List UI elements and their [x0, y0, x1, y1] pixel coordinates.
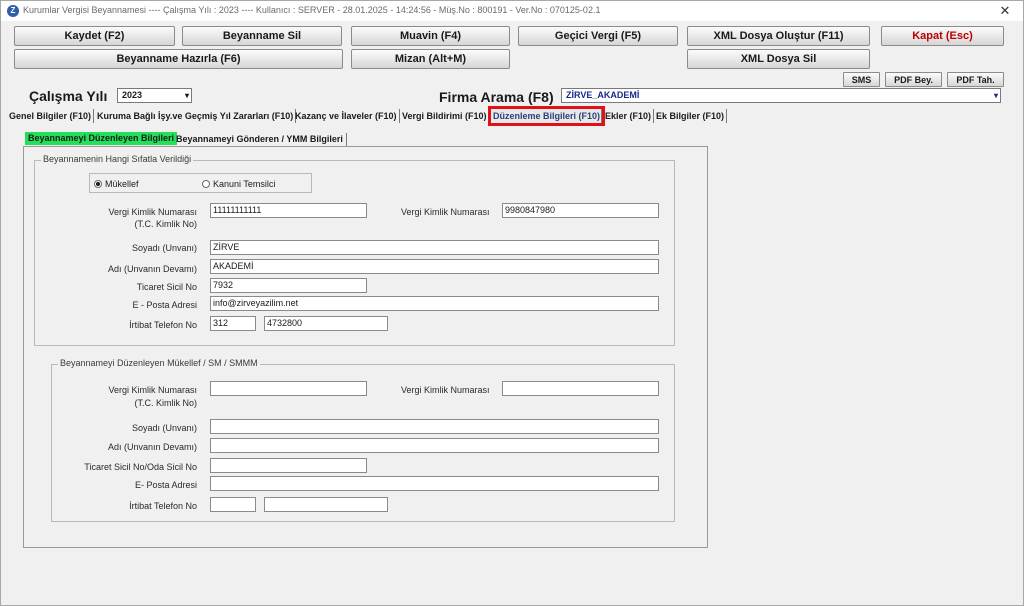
- kaydet-button[interactable]: Kaydet (F2): [14, 26, 175, 46]
- tckn-label-2: (T.C. Kimlik No): [134, 398, 198, 408]
- telefon-alan-kodu-input[interactable]: 312: [210, 316, 256, 331]
- firma-arama-label: Firma Arama (F8): [439, 89, 554, 105]
- vkn2-label: Vergi Kimlik Numarası: [401, 207, 490, 217]
- ticaret-sicil-input[interactable]: 7932: [210, 278, 367, 293]
- tab-kazanc-ilaveler[interactable]: Kazanç ve İlaveler (F10): [293, 109, 400, 123]
- adi-input[interactable]: AKADEMİ: [210, 259, 659, 274]
- subtab-duzenleyen[interactable]: Beyannameyi Düzenleyen Bilgileri: [25, 132, 178, 145]
- radio-unselected-icon: [202, 180, 210, 188]
- telefon-label: İrtibat Telefon No: [129, 320, 197, 330]
- eposta-input-2[interactable]: [210, 476, 659, 491]
- radio-kanuni-temsilci[interactable]: Kanuni Temsilci: [202, 178, 275, 190]
- mizan-button[interactable]: Mizan (Alt+M): [351, 49, 510, 69]
- tab-kuruma-bagli[interactable]: Kuruma Bağlı İşy.ve Geçmiş Yıl Zararları…: [95, 109, 297, 123]
- sifat-radio-group: Mükellef Kanuni Temsilci: [89, 173, 312, 193]
- adi-input-2[interactable]: [210, 438, 659, 453]
- sifat-legend: Beyannamenin Hangi Sıfatla Verildiği: [41, 154, 194, 164]
- calisma-yili-select[interactable]: 2023 ▾: [117, 88, 192, 103]
- telefon-numara-input-2[interactable]: [264, 497, 388, 512]
- duzenleyen-legend: Beyannameyi Düzenleyen Mükellef / SM / S…: [58, 358, 260, 368]
- vkn-label-2: Vergi Kimlik Numarası: [108, 385, 197, 395]
- vkn-input-2[interactable]: [210, 381, 367, 396]
- kapat-button[interactable]: Kapat (Esc): [881, 26, 1004, 46]
- tab-ek-bilgiler[interactable]: Ek Bilgiler (F10): [654, 109, 728, 123]
- eposta-input[interactable]: info@zirveyazilim.net: [210, 296, 659, 311]
- title-bar: Z Kurumlar Vergisi Beyannamesi ---- Çalı…: [1, 1, 1023, 21]
- sms-button[interactable]: SMS: [843, 72, 880, 87]
- window-title: Kurumlar Vergisi Beyannamesi ---- Çalışm…: [23, 5, 601, 15]
- ticaret-sicil-input-2[interactable]: [210, 458, 367, 473]
- ticaret-sicil-label: Ticaret Sicil No: [136, 282, 197, 292]
- vkn2-input[interactable]: 9980847980: [502, 203, 659, 218]
- calisma-yili-label: Çalışma Yılı: [29, 88, 108, 104]
- soyadi-input[interactable]: ZİRVE: [210, 240, 659, 255]
- firma-select[interactable]: ZİRVE_AKADEMİ ▾: [561, 88, 1001, 103]
- telefon-numara-input[interactable]: 4732800: [264, 316, 388, 331]
- chevron-down-icon: ▾: [993, 91, 998, 100]
- duzenleyen-groupbox: Beyannameyi Düzenleyen Mükellef / SM / S…: [51, 358, 675, 522]
- tab-genel-bilgiler[interactable]: Genel Bilgiler (F10): [7, 109, 95, 123]
- gecici-vergi-button[interactable]: Geçici Vergi (F5): [518, 26, 678, 46]
- eposta-label-2: E- Posta Adresi: [134, 480, 197, 490]
- chevron-down-icon: ▾: [184, 91, 189, 100]
- vkn-label: Vergi Kimlik Numarası: [108, 207, 197, 217]
- pdf-tah-button[interactable]: PDF Tah.: [947, 72, 1004, 87]
- soyadi-label: Soyadı (Unvanı): [131, 243, 197, 253]
- calisma-yili-value: 2023: [122, 90, 143, 100]
- tckn-label: (T.C. Kimlik No): [134, 219, 198, 229]
- vkn-input[interactable]: 11111111111: [210, 203, 367, 218]
- sifat-groupbox: Beyannamenin Hangi Sıfatla Verildiği Mük…: [34, 154, 675, 346]
- soyadi-label-2: Soyadı (Unvanı): [131, 423, 197, 433]
- firma-value: ZİRVE_AKADEMİ: [566, 90, 640, 100]
- subtab-gonderen-ymm[interactable]: Beyannameyi Gönderen / YMM Bilgileri: [173, 133, 347, 146]
- telefon-alan-kodu-input-2[interactable]: [210, 497, 256, 512]
- app-logo-icon: Z: [7, 5, 19, 17]
- vkn2-input-2[interactable]: [502, 381, 659, 396]
- eposta-label: E - Posta Adresi: [132, 300, 197, 310]
- tab-vergi-bildirimi[interactable]: Vergi Bildirimi (F10): [400, 109, 490, 123]
- beyanname-sil-button[interactable]: Beyanname Sil: [182, 26, 342, 46]
- radio-selected-icon: [94, 180, 102, 188]
- pdf-bey-button[interactable]: PDF Bey.: [885, 72, 942, 87]
- radio-mukellef-label: Mükellef: [105, 179, 139, 189]
- duzenleme-panel: Beyannamenin Hangi Sıfatla Verildiği Mük…: [23, 146, 708, 548]
- telefon-label-2: İrtibat Telefon No: [129, 501, 197, 511]
- close-icon[interactable]: ✕: [997, 3, 1013, 19]
- main-tabs: Genel Bilgiler (F10) Kuruma Bağlı İşy.ve…: [7, 106, 807, 126]
- main-window: Z Kurumlar Vergisi Beyannamesi ---- Çalı…: [0, 0, 1024, 606]
- adi-label: Adı (Unvanın Devamı): [107, 264, 197, 274]
- ticaret-sicil-label-2: Ticaret Sicil No/Oda Sicil No: [84, 462, 197, 472]
- radio-mukellef[interactable]: Mükellef: [94, 178, 139, 190]
- muavin-button[interactable]: Muavin (F4): [351, 26, 510, 46]
- adi-label-2: Adı (Unvanın Devamı): [107, 442, 197, 452]
- tab-duzenleme-bilgileri[interactable]: Düzenleme Bilgileri (F10): [488, 106, 605, 126]
- xml-dosya-sil-button[interactable]: XML Dosya Sil: [687, 49, 870, 69]
- beyanname-hazirla-button[interactable]: Beyanname Hazırla (F6): [14, 49, 343, 69]
- vkn2-label-2: Vergi Kimlik Numarası: [401, 385, 490, 395]
- tab-ekler[interactable]: Ekler (F10): [603, 109, 655, 123]
- radio-kanuni-label: Kanuni Temsilci: [213, 179, 276, 189]
- soyadi-input-2[interactable]: [210, 419, 659, 434]
- xml-dosya-olustur-button[interactable]: XML Dosya Oluştur (F11): [687, 26, 870, 46]
